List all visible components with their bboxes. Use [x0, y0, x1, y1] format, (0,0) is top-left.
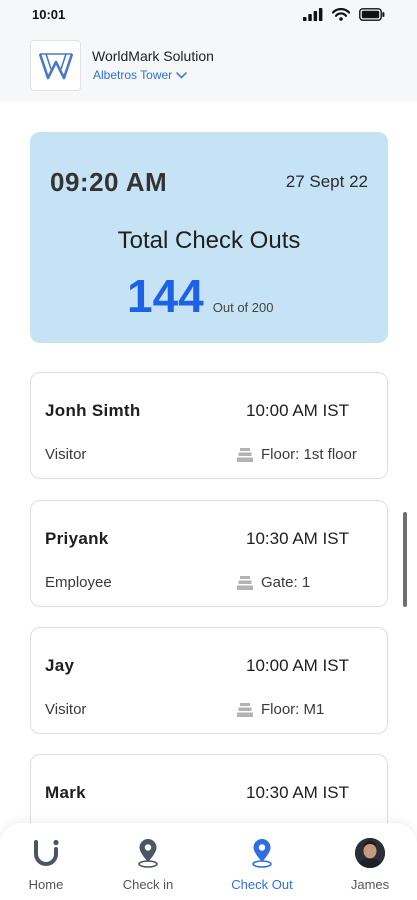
- visit-location-text: Floor: 1st floor: [261, 446, 357, 463]
- visit-card[interactable]: Jay 10:00 AM IST Visitor Floor: M1: [30, 627, 388, 734]
- building-icon: [237, 447, 253, 462]
- visit-card[interactable]: Jonh Simth 10:00 AM IST Visitor Floor: 1…: [30, 372, 388, 479]
- summary-title: Total Check Outs: [117, 227, 301, 254]
- visit-type: Employee: [45, 574, 112, 591]
- chevron-down-icon: [176, 71, 187, 79]
- visit-location: Gate: 1: [237, 574, 310, 591]
- wifi-icon: [332, 8, 350, 21]
- building-icon: [237, 575, 253, 590]
- visit-type: Visitor: [45, 446, 87, 463]
- visit-location: Floor: M1: [237, 701, 324, 718]
- bottom-nav: Home Check in Check Out James: [0, 823, 417, 900]
- visit-time: 10:30 AM IST: [246, 529, 349, 548]
- visit-time: 10:00 AM IST: [246, 656, 349, 675]
- visit-type: Visitor: [45, 701, 87, 718]
- nav-check-out[interactable]: Check Out: [222, 837, 302, 892]
- checkout-summary-card: 09:20 AM 27 Sept 22 Total Check Outs 144…: [30, 132, 388, 343]
- visit-location-text: Floor: M1: [261, 701, 325, 718]
- avatar: [355, 838, 385, 868]
- home-u-icon: [31, 837, 61, 869]
- visit-name: Priyank: [45, 529, 109, 548]
- location-pin-icon: [251, 837, 273, 869]
- location-selector[interactable]: Albetros Tower: [93, 68, 187, 82]
- worldmark-logo-icon: [38, 52, 73, 79]
- nav-home[interactable]: Home: [6, 837, 86, 892]
- visit-card[interactable]: Priyank 10:30 AM IST Employee Gate: 1: [30, 500, 388, 607]
- building-icon: [237, 702, 253, 717]
- status-bar: 10:01: [0, 0, 417, 30]
- visit-name: Mark: [45, 783, 86, 802]
- location-pin-icon: [137, 837, 159, 869]
- company-name: WorldMark Solution: [92, 48, 214, 64]
- visit-location: Floor: 1st floor: [237, 446, 357, 463]
- nav-profile[interactable]: James: [330, 837, 410, 892]
- location-label: Albetros Tower: [93, 68, 173, 82]
- nav-check-in[interactable]: Check in: [108, 837, 188, 892]
- scrollbar[interactable]: [403, 512, 407, 607]
- app-header: WorldMark Solution Albetros Tower: [0, 30, 417, 102]
- cellular-signal-icon: [303, 8, 323, 21]
- status-time: 10:01: [32, 7, 66, 22]
- checkout-total: Out of 200: [212, 300, 274, 315]
- nav-label: James: [350, 877, 390, 892]
- visit-time: 10:30 AM IST: [246, 783, 349, 802]
- battery-icon: [359, 8, 385, 21]
- summary-date: 27 Sept 22: [285, 172, 368, 191]
- nav-label: Check Out: [231, 877, 293, 892]
- summary-count-row: 144 Out of 200: [127, 269, 273, 323]
- visit-name: Jonh Simth: [45, 401, 141, 420]
- visit-location-text: Gate: 1: [261, 574, 311, 591]
- checkout-count: 144: [127, 270, 204, 322]
- summary-time: 09:20 AM: [50, 167, 168, 197]
- nav-label: Check in: [122, 877, 174, 892]
- visit-time: 10:00 AM IST: [246, 401, 349, 420]
- status-icons: [303, 8, 385, 21]
- company-logo: [30, 40, 81, 91]
- nav-label: Home: [28, 877, 64, 892]
- visit-name: Jay: [45, 656, 75, 675]
